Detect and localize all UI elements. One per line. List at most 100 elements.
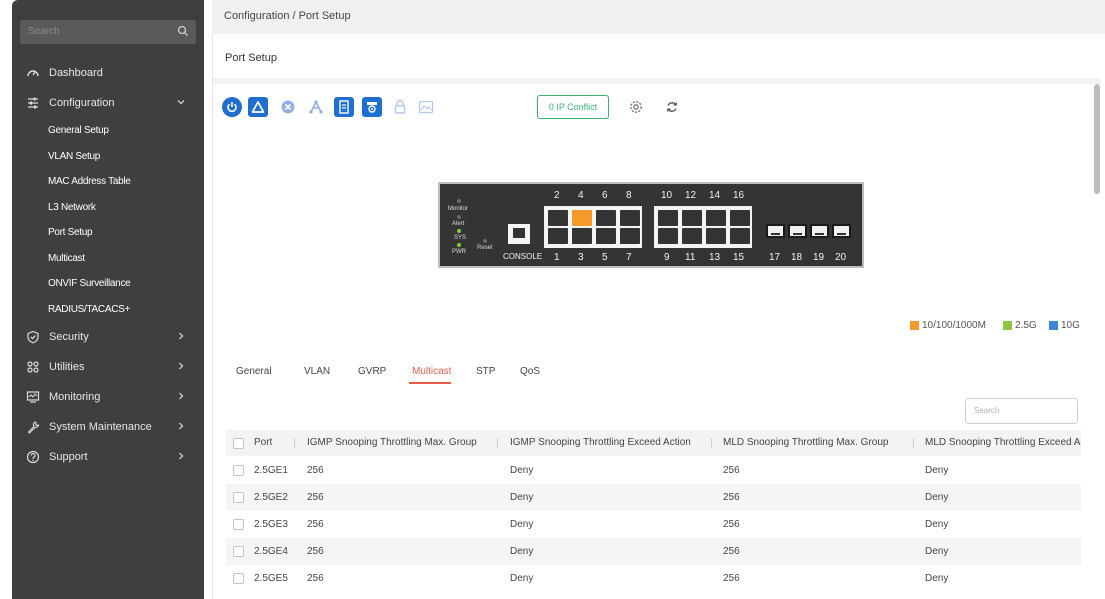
sidebar-sub-l3-network[interactable]: L3 Network: [12, 195, 198, 221]
port-7[interactable]: [620, 228, 640, 244]
tab-gvrp[interactable]: GVRP: [358, 366, 386, 377]
wrench-icon: [26, 420, 40, 434]
block-icon[interactable]: [278, 97, 298, 117]
legend-swatch: [910, 321, 919, 330]
sidebar-sub-port-setup[interactable]: Port Setup: [12, 220, 198, 246]
chevron-right-icon: [176, 391, 186, 404]
port-12[interactable]: [682, 210, 702, 226]
port-11[interactable]: [682, 228, 702, 244]
image-icon[interactable]: [416, 97, 436, 117]
table-search-input[interactable]: Search: [965, 398, 1078, 424]
lock-icon[interactable]: [390, 97, 410, 117]
cell-igmp-exceed-action: Deny: [510, 492, 534, 503]
sidebar-item-label: Dashboard: [49, 67, 103, 79]
legend-label: 10/100/1000M: [922, 320, 986, 331]
pwr-led: [457, 243, 461, 247]
cell-igmp-exceed-action: Deny: [510, 546, 534, 557]
power-icon[interactable]: [222, 97, 242, 117]
port-number: 12: [685, 190, 697, 201]
gear-icon[interactable]: [626, 97, 646, 117]
warning-icon[interactable]: [248, 97, 268, 117]
port-4[interactable]: [572, 210, 592, 226]
sfp-port-20[interactable]: [832, 224, 851, 238]
row-checkbox[interactable]: [233, 492, 244, 503]
document-icon[interactable]: [334, 97, 354, 117]
tab-general[interactable]: General: [236, 366, 272, 377]
port-13[interactable]: [706, 228, 726, 244]
port-1[interactable]: [548, 228, 568, 244]
sidebar-sub-general-setup[interactable]: General Setup: [12, 118, 198, 144]
sidebar-sub-multicast[interactable]: Multicast: [12, 246, 198, 272]
tab-vlan[interactable]: VLAN: [304, 366, 330, 377]
column-divider: [497, 438, 498, 448]
port-number: 3: [578, 252, 584, 263]
tab-multicast[interactable]: Multicast: [412, 366, 451, 377]
switch-front-panel: Monitor Alert SYS PWR Reset CONSOLE 2 4 …: [438, 182, 864, 268]
monitor-led-label: Monitor: [448, 206, 469, 212]
sidebar-search-input[interactable]: Search: [20, 20, 196, 44]
port-16[interactable]: [730, 210, 750, 226]
console-port[interactable]: [508, 224, 530, 244]
search-icon[interactable]: [177, 25, 189, 40]
row-checkbox[interactable]: [233, 465, 244, 476]
port-15[interactable]: [730, 228, 750, 244]
column-header-mld-max-group[interactable]: MLD Snooping Throttling Max. Group: [723, 437, 888, 448]
cell-igmp-max-group: 256: [307, 492, 324, 503]
sidebar-item-monitoring[interactable]: Monitoring: [12, 382, 198, 412]
sys-led-label: SYS: [454, 235, 467, 241]
sfp-port-18[interactable]: [788, 224, 807, 238]
sidebar-item-configuration[interactable]: Configuration: [12, 88, 198, 118]
chevron-right-icon: [176, 421, 186, 434]
sidebar-sub-mac-address-table[interactable]: MAC Address Table: [12, 169, 198, 195]
row-checkbox[interactable]: [233, 573, 244, 584]
port-number: 6: [602, 190, 608, 201]
port-3[interactable]: [572, 228, 592, 244]
table-row[interactable]: 2.5GE1 256 Deny 256 Deny: [226, 457, 1081, 484]
sidebar-item-support[interactable]: Support: [12, 442, 198, 472]
port-10[interactable]: [658, 210, 678, 226]
column-header-igmp-exceed-action[interactable]: IGMP Snooping Throttling Exceed Action: [510, 437, 691, 448]
tab-stp[interactable]: STP: [476, 366, 495, 377]
column-header-port[interactable]: Port: [254, 437, 272, 448]
port-5[interactable]: [596, 228, 616, 244]
main-scrollbar-thumb[interactable]: [1094, 84, 1100, 194]
refresh-icon[interactable]: [662, 97, 682, 117]
sidebar-item-system-maintenance[interactable]: System Maintenance: [12, 412, 198, 442]
console-label: CONSOLE: [503, 252, 543, 261]
sidebar-item-utilities[interactable]: Utilities: [12, 352, 198, 382]
tab-qos[interactable]: QoS: [520, 366, 540, 377]
sidebar-item-label: Monitoring: [49, 391, 101, 403]
ip-conflict-button[interactable]: 0 IP Conflict: [537, 95, 609, 119]
sfp-port-19[interactable]: [810, 224, 829, 238]
column-header-igmp-max-group[interactable]: IGMP Snooping Throttling Max. Group: [307, 437, 477, 448]
port-14[interactable]: [706, 210, 726, 226]
legend-swatch: [1049, 321, 1058, 330]
column-header-mld-exceed-action[interactable]: MLD Snooping Throttling Exceed A: [925, 437, 1081, 448]
table-row[interactable]: 2.5GE2 256 Deny 256 Deny: [226, 484, 1081, 511]
sidebar-sub-onvif-surveillance[interactable]: ONVIF Surveillance: [12, 271, 198, 297]
sfp-port-17[interactable]: [766, 224, 785, 238]
row-checkbox[interactable]: [233, 519, 244, 530]
sidebar-sub-vlan-setup[interactable]: VLAN Setup: [12, 144, 198, 170]
port-9[interactable]: [658, 228, 678, 244]
row-checkbox[interactable]: [233, 546, 244, 557]
port-number: 2: [554, 190, 560, 201]
sidebar-item-security[interactable]: Security: [12, 322, 198, 352]
reset-button[interactable]: [483, 239, 487, 243]
select-all-checkbox[interactable]: [233, 438, 244, 449]
table-row[interactable]: 2.5GE3 256 Deny 256 Deny: [226, 511, 1081, 538]
legend-item-1g: 10/100/1000M: [910, 320, 986, 331]
port-6[interactable]: [596, 210, 616, 226]
sidebar-sub-radius-tacacs[interactable]: RADIUS/TACACS+: [12, 297, 198, 323]
topology-icon[interactable]: [306, 97, 326, 117]
sidebar-item-label: Configuration: [49, 97, 115, 109]
camera-icon[interactable]: [362, 97, 382, 117]
table-row[interactable]: 2.5GE5 256 Deny 256 Deny: [226, 565, 1081, 592]
port-number: 5: [602, 252, 608, 263]
table-row[interactable]: 2.5GE4 256 Deny 256 Deny: [226, 538, 1081, 565]
sidebar-item-dashboard[interactable]: Dashboard: [12, 58, 198, 88]
active-tab-underline: [409, 382, 451, 384]
port-2[interactable]: [548, 210, 568, 226]
cell-port: 2.5GE4: [254, 546, 288, 557]
port-8[interactable]: [620, 210, 640, 226]
